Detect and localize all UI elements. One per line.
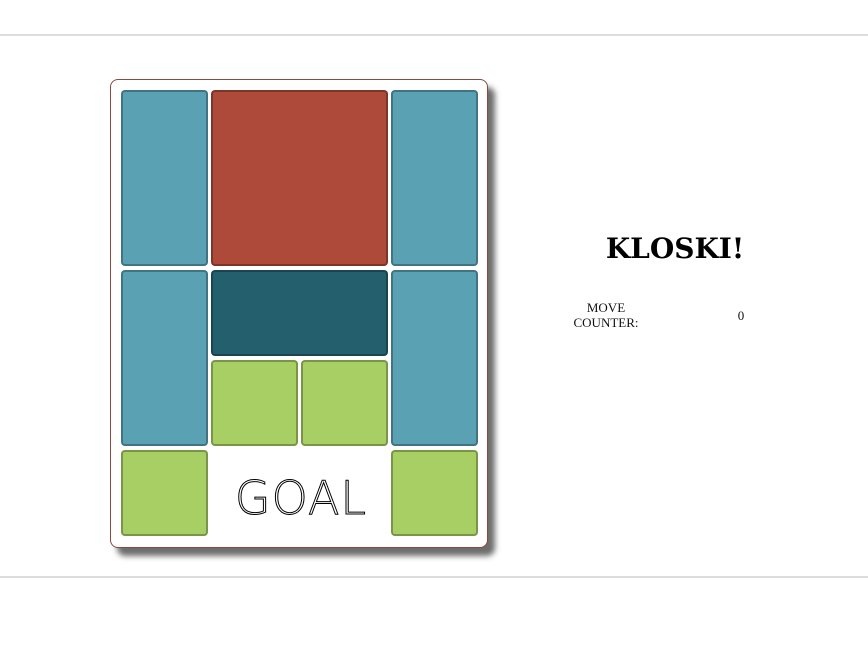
game-board: GOAL	[110, 79, 488, 548]
big-red-block[interactable]	[211, 90, 388, 266]
wide-block[interactable]	[211, 270, 388, 356]
move-counter-label: MOVE COUNTER:	[562, 300, 650, 330]
tall-block-top-right[interactable]	[391, 90, 478, 266]
game-title: KLOSKI!	[605, 232, 745, 265]
tall-block-top-left[interactable]	[121, 90, 208, 266]
bottom-divider	[0, 576, 868, 578]
tall-block-bottom-left[interactable]	[121, 270, 208, 446]
tall-block-bottom-right[interactable]	[391, 270, 478, 446]
move-counter-label-text: MOVE COUNTER:	[573, 300, 639, 330]
top-divider	[0, 34, 868, 36]
small-block-bottom-left[interactable]	[121, 450, 208, 536]
goal-label: GOAL	[234, 471, 368, 526]
small-block-center-left[interactable]	[211, 360, 298, 446]
small-block-bottom-right[interactable]	[391, 450, 478, 536]
move-counter-value: 0	[737, 308, 745, 323]
small-block-center-right[interactable]	[301, 360, 388, 446]
